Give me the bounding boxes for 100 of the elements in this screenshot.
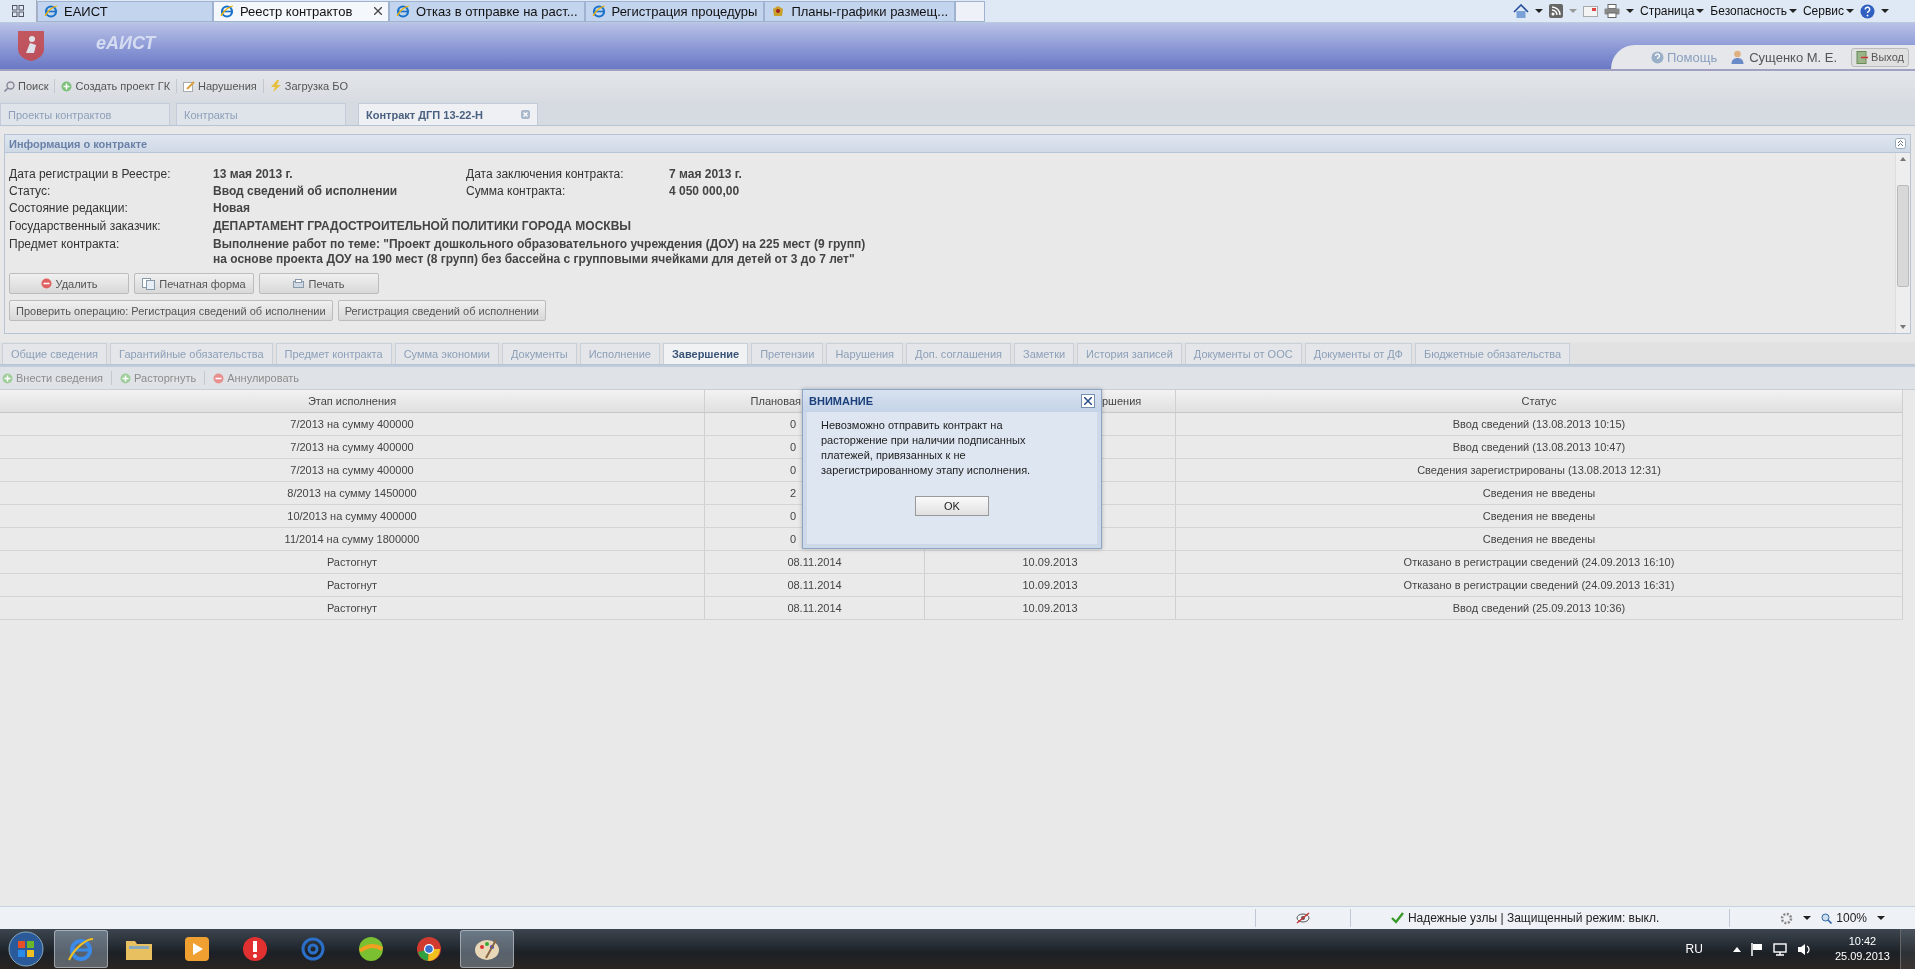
- table-cell: 08.11.2014: [705, 597, 925, 619]
- ie-icon: [67, 935, 95, 963]
- network-icon[interactable]: [1772, 942, 1787, 956]
- toolbar-button[interactable]: Нарушения: [183, 80, 257, 92]
- field-value: Ввод сведений об исполнении: [213, 184, 399, 198]
- dropdown-arrow-icon[interactable]: [1877, 916, 1885, 920]
- action-button[interactable]: Печать: [259, 273, 379, 294]
- table-cell: 10.09.2013: [925, 574, 1176, 596]
- start-button[interactable]: [8, 931, 44, 967]
- emblem-icon: [771, 4, 786, 18]
- browser-icon: [416, 936, 442, 962]
- table-cell: Ввод сведений (25.09.2013 10:36): [1176, 597, 1903, 619]
- section-tab[interactable]: Завершение: [662, 343, 749, 364]
- field-label: Дата регистрации в Реестре:: [9, 167, 172, 181]
- close-button[interactable]: [1081, 394, 1095, 408]
- lightning-icon: [269, 80, 282, 92]
- printer-icon[interactable]: [1603, 4, 1620, 18]
- command-menu[interactable]: Страница: [1639, 4, 1705, 18]
- mail-icon[interactable]: [1582, 5, 1598, 17]
- toolbar-button[interactable]: Создать проект ГК: [61, 80, 171, 92]
- close-icon[interactable]: [374, 7, 382, 15]
- table-cell: Растогнут: [0, 551, 705, 573]
- toolbar-button[interactable]: Поиск: [4, 80, 49, 92]
- flag-icon[interactable]: [1750, 942, 1763, 956]
- dialog-message: Невозможно отправить контракт на расторжение при наличии подписанных платежей, привязанных к не зарегистрированному этапу исполнения.: [807, 412, 1097, 488]
- column-header[interactable]: Статус: [1176, 390, 1903, 412]
- clock-time: 10:42: [1848, 934, 1877, 949]
- field-value: Новая: [213, 201, 251, 216]
- caret-up-icon[interactable]: [1732, 946, 1741, 952]
- tab-title: Отказ в отправке на раст...: [416, 3, 578, 19]
- table-cell: Сведения зарегистрированы (13.08.2013 12:31): [1176, 459, 1903, 481]
- tab-title: ЕАИСТ: [64, 3, 108, 19]
- table-cell: Сведения не введены: [1176, 505, 1903, 527]
- dropdown-arrow-icon[interactable]: [1803, 916, 1812, 920]
- operation-button[interactable]: Регистрация сведений об исполнении: [337, 300, 546, 321]
- action-button[interactable]: Удалить: [9, 273, 129, 294]
- field-value: 7 мая 2013 г.: [669, 167, 743, 181]
- table-cell: 8/2013 на сумму 1450000: [0, 482, 705, 504]
- field-label: Состояние редакции:: [9, 201, 129, 216]
- tab-title: Регистрация процедуры: [611, 3, 758, 19]
- app-logo: еАИСТ: [96, 33, 156, 54]
- field-label: Сумма контракта:: [466, 184, 567, 198]
- command-menu[interactable]: Сервис: [1802, 4, 1854, 18]
- ok-button[interactable]: OK: [915, 496, 989, 516]
- exit-door-icon: [1856, 50, 1869, 64]
- delete-icon: [40, 278, 52, 289]
- logout-button[interactable]: Выход: [1851, 47, 1909, 67]
- table-cell: 11/2014 на сумму 1800000: [0, 528, 705, 550]
- plus-icon: [120, 372, 132, 384]
- action-button[interactable]: Печатная форма: [134, 273, 254, 294]
- privacy-eye-icon[interactable]: [1295, 912, 1310, 924]
- help-icon: [1651, 50, 1664, 64]
- operation-button[interactable]: Проверить операцию: Регистрация сведений об исполнении: [9, 300, 333, 321]
- table-cell: 10.09.2013: [925, 551, 1176, 573]
- column-header[interactable]: Этап исполнения: [0, 390, 705, 412]
- field-label: Дата заключения контракта:: [466, 167, 625, 181]
- browser-tab[interactable]: Реестр контрактов: [213, 0, 389, 22]
- table-cell: 10/2013 на сумму 400000: [0, 505, 705, 527]
- app-icon: [242, 936, 268, 962]
- speaker-icon[interactable]: [1796, 942, 1811, 956]
- collapse-icon[interactable]: [1895, 138, 1906, 149]
- browser-tab[interactable]: Планы-графики размещ...: [764, 0, 956, 22]
- scrollbar[interactable]: [1895, 153, 1910, 333]
- table-cell: 7/2013 на сумму 400000: [0, 413, 705, 435]
- plus-icon: [61, 80, 73, 92]
- dropdown-arrow-icon[interactable]: [1881, 9, 1889, 13]
- command-menu[interactable]: Безопасность: [1710, 4, 1797, 18]
- document-tab[interactable]: Контракт ДГП 13-22-Н: [358, 103, 538, 125]
- security-status[interactable]: Надежные узлы | Защищенный режим: выкл.: [1390, 911, 1660, 925]
- browser-tab[interactable]: ЕАИСТ: [37, 0, 213, 22]
- crest-icon: [16, 29, 46, 63]
- browser-tab[interactable]: Отказ в отправке на раст...: [389, 0, 585, 22]
- clock[interactable]: 10:42 25.09.2013: [1834, 934, 1890, 964]
- grid-icon: [12, 5, 24, 17]
- pencil-icon: [183, 80, 196, 92]
- table-cell: 7/2013 на сумму 400000: [0, 459, 705, 481]
- browser-tab[interactable]: Регистрация процедуры: [584, 0, 765, 22]
- field-value: ДЕПАРТАМЕНТ ГРАДОСТРОИТЕЛЬНОЙ ПОЛИТИКИ ГОРОДА МОСКВЫ: [213, 219, 633, 234]
- dropdown-arrow-icon[interactable]: [1534, 9, 1543, 13]
- user-name[interactable]: Сущенко М. Е.: [1731, 49, 1838, 65]
- magnifier-icon: [1821, 912, 1833, 924]
- ie-icon: [220, 4, 234, 18]
- table-cell: Отказано в регистрации сведений (24.09.2013 16:10): [1176, 551, 1903, 573]
- dropdown-arrow-icon[interactable]: [1625, 9, 1634, 13]
- ball-icon: [358, 936, 384, 962]
- dialog-title: ВНИМАНИЕ: [809, 395, 874, 407]
- zoom-level[interactable]: 100%: [1821, 911, 1867, 925]
- toolbar-button[interactable]: Загрузка БО: [269, 80, 348, 92]
- checkmark-icon: [1390, 912, 1404, 924]
- user-icon: [1731, 50, 1745, 64]
- ie-icon: [591, 4, 606, 18]
- field-value: 4 050 000,00: [669, 184, 741, 198]
- table-cell: Растогнут: [0, 597, 705, 619]
- table-cell: 10.09.2013: [925, 597, 1176, 619]
- table-cell: Ввод сведений (13.08.2013 10:47): [1176, 436, 1903, 458]
- table-cell: Сведения не введены: [1176, 482, 1903, 504]
- home-icon[interactable]: [1512, 3, 1529, 19]
- rss-icon[interactable]: [1548, 4, 1563, 18]
- help-icon[interactable]: [1860, 3, 1875, 19]
- language-indicator[interactable]: RU: [1685, 942, 1703, 956]
